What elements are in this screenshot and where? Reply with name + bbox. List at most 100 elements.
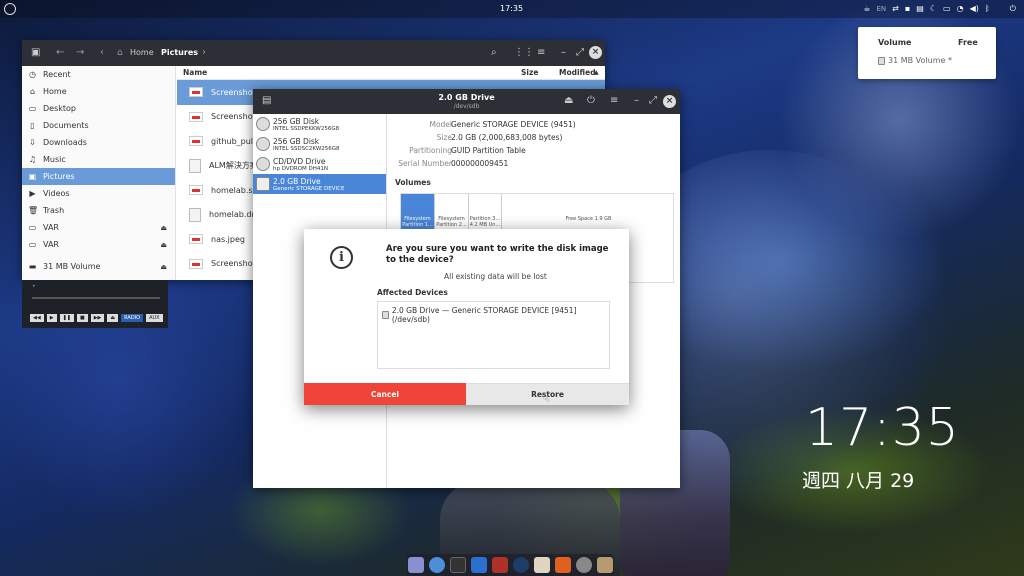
sidebar-item-home[interactable]: ⌂ Home <box>22 83 175 100</box>
terminal-app-icon[interactable] <box>450 557 466 573</box>
device-item[interactable]: CD/DVD Drive hp DVDROM DH41N <box>253 154 386 174</box>
disc-app-icon[interactable] <box>513 557 529 573</box>
power-icon[interactable]: ⏻ <box>1010 3 1016 15</box>
wifi-icon[interactable]: ◔ <box>957 3 964 15</box>
volume-icon[interactable]: ◀) <box>970 3 979 15</box>
stop-button[interactable]: ■ <box>76 314 88 322</box>
file-name: ALM解決方案 <box>209 161 258 171</box>
volume-segment[interactable]: Filesystem Partition 1... <box>401 194 435 232</box>
browser-app-icon[interactable] <box>429 557 445 573</box>
sidebar-item-var-1[interactable]: ▭ VAR ⏏ <box>22 219 175 236</box>
cup-icon[interactable]: ☕ <box>863 3 870 15</box>
play-button[interactable]: ▶ <box>46 314 57 322</box>
minimize-icon[interactable]: – <box>561 47 566 58</box>
sidebar-item-music[interactable]: ♫ Music <box>22 151 175 168</box>
cancel-button[interactable]: Cancel <box>304 383 466 405</box>
radio-button[interactable]: RADIO <box>121 314 144 322</box>
seek-bar[interactable] <box>32 297 160 299</box>
sidebar-item-downloads[interactable]: ⇩ Downloads <box>22 134 175 151</box>
minimize-icon[interactable]: – <box>634 95 639 106</box>
night-mode-icon[interactable]: ☾ <box>930 3 937 15</box>
sidebar-item-label: Trash <box>43 206 65 215</box>
sidebar-item-label: Pictures <box>43 172 75 181</box>
sidebar-item-var-2[interactable]: ▭ VAR ⏏ <box>22 236 175 253</box>
breadcrumb-pictures[interactable]: Pictures <box>161 48 198 57</box>
modified-column-header[interactable]: Modified <box>559 68 596 77</box>
grid-view-icon[interactable]: ⋮⋮ <box>514 47 534 58</box>
menu-icon[interactable]: ≡ <box>610 95 618 106</box>
chevron-right-icon[interactable]: › <box>202 47 206 58</box>
list-item[interactable]: 2.0 GB Drive — Generic STORAGE DEVICE [9… <box>382 306 609 324</box>
close-icon[interactable]: × <box>589 46 602 59</box>
sidebar-item-pictures[interactable]: ▣ Pictures <box>22 168 175 185</box>
office-app-icon[interactable] <box>555 557 571 573</box>
eject-button[interactable]: ⏏ <box>107 314 119 322</box>
volume-segment[interactable]: Filesystem Partition 2... <box>435 194 469 232</box>
back-icon[interactable]: ← <box>56 47 64 58</box>
sidebar-item-trash[interactable]: 🗑 Trash <box>22 202 175 219</box>
volume-row[interactable]: 31 MB Volume * <box>878 56 952 65</box>
maximize-icon[interactable]: ⤢ <box>576 47 584 58</box>
forward-icon[interactable]: → <box>76 47 84 58</box>
shield-app-icon[interactable] <box>471 557 487 573</box>
sort-up-icon: ▲ <box>594 69 599 76</box>
archive-app-icon[interactable] <box>597 557 613 573</box>
sidebar-item-videos[interactable]: ▶ Videos <box>22 185 175 202</box>
device-item[interactable]: 256 GB Disk INTEL SSDPEKKW256G8 <box>253 114 386 134</box>
disks-app-icon[interactable] <box>576 557 592 573</box>
sidebar-item-label: 31 MB Volume <box>43 262 101 271</box>
file-name: nas.jpeg <box>211 234 245 244</box>
search-icon[interactable]: ⌕ <box>491 47 497 58</box>
eject-icon[interactable]: ⏏ <box>160 241 167 249</box>
rewind-button[interactable]: ◀◀ <box>30 314 44 322</box>
menu-icon[interactable]: ≡ <box>537 47 545 58</box>
app-menu-icon[interactable]: ▣ <box>31 47 40 58</box>
affected-devices-heading: Affected Devices <box>377 288 448 297</box>
chevron-left-icon[interactable]: ‹ <box>100 47 104 58</box>
eject-icon[interactable]: ⏏ <box>564 95 573 106</box>
eject-icon[interactable]: ⏏ <box>160 263 167 271</box>
device-model: INTEL SSDSC2KW256G8 <box>273 145 340 152</box>
volumes-heading: Volumes <box>395 178 431 187</box>
sidebar-item-label: Home <box>43 87 67 96</box>
desktop-clock-time: 17:35 <box>805 398 960 458</box>
language-indicator[interactable]: EN <box>877 3 887 15</box>
image-app-icon[interactable] <box>534 557 550 573</box>
disks-titlebar: ▤ 2.0 GB Drive /dev/sdb ⏏ ⏻ ≡ – ⤢ × <box>253 89 680 114</box>
sidebar-item-31mb-volume[interactable]: ▬ 31 MB Volume ⏏ <box>22 258 175 275</box>
sidebar-item-recent[interactable]: ◷ Recent <box>22 66 175 83</box>
size-column-header[interactable]: Size <box>521 68 538 77</box>
device-item[interactable]: 256 GB Disk INTEL SSDSC2KW256G8 <box>253 134 386 154</box>
music-icon: ♫ <box>28 155 37 164</box>
power-icon[interactable]: ⏻ <box>587 95 595 106</box>
vm-app-icon[interactable] <box>492 557 508 573</box>
free-column-header: Free <box>958 38 978 47</box>
close-icon[interactable]: × <box>663 95 676 108</box>
volume-segment[interactable]: Partition 3... 4.2 MB Un... <box>469 194 502 232</box>
maximize-icon[interactable]: ⤢ <box>649 95 657 106</box>
sidebar-item-desktop[interactable]: ▭ Desktop <box>22 100 175 117</box>
prop-partitioning: Partitioning GUID Partition Table <box>388 146 688 158</box>
launcher-icon[interactable] <box>4 3 16 15</box>
folder-icon[interactable]: ▭ <box>943 3 951 15</box>
name-column-header[interactable]: Name <box>183 68 207 77</box>
sidebar-item-label: VAR <box>43 223 59 232</box>
pause-button[interactable]: ❚❚ <box>59 314 74 322</box>
volume-segment[interactable]: Free Space 1.9 GB <box>502 194 675 232</box>
bluetooth-icon[interactable]: ᛒ <box>985 3 990 15</box>
files-app-icon[interactable] <box>408 557 424 573</box>
device-item-selected[interactable]: 2.0 GB Drive Generic STORAGE DEVICE <box>253 174 386 194</box>
eject-icon[interactable]: ⏏ <box>160 224 167 232</box>
aux-button[interactable]: AUX <box>146 314 163 322</box>
clipboard-icon[interactable]: ▤ <box>916 3 924 15</box>
breadcrumb-home[interactable]: Home <box>130 48 154 57</box>
sidebar-item-documents[interactable]: ▯ Documents <box>22 117 175 134</box>
usb-drive-icon[interactable]: ▪ <box>905 3 910 15</box>
panel-clock[interactable]: 17:35 <box>500 4 523 13</box>
document-file-icon <box>189 207 201 222</box>
media-player-widget: • ◀◀ ▶ ❚❚ ■ ▶▶ ⏏ RADIO AUX <box>22 280 168 328</box>
network-icon[interactable]: ⇄ <box>892 3 899 15</box>
forward-button[interactable]: ▶▶ <box>90 314 105 322</box>
system-tray: ☕ EN ⇄ ▪ ▤ ☾ ▭ ◔ ◀) ᛒ ⏻ <box>863 3 1016 15</box>
drive-icon <box>382 311 389 319</box>
